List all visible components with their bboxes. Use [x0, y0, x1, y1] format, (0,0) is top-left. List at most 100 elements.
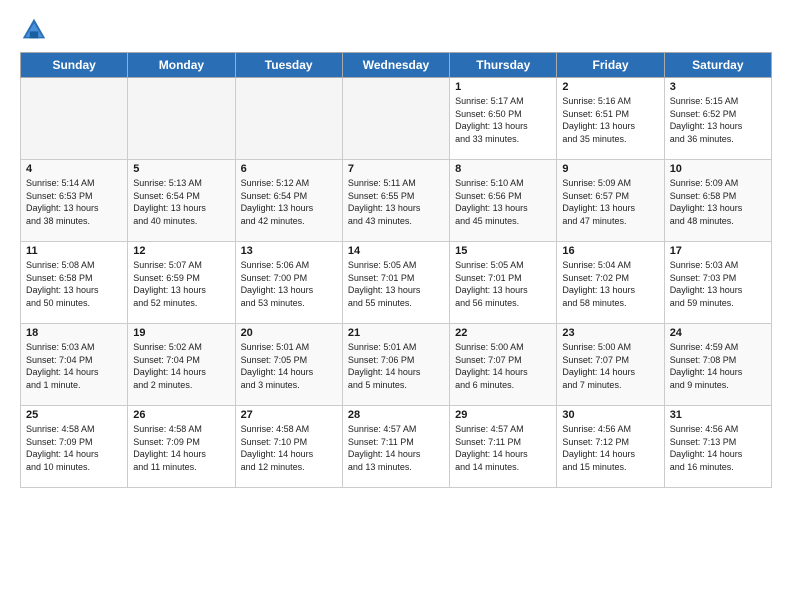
- day-number: 18: [26, 327, 122, 339]
- calendar-cell: [235, 78, 342, 160]
- page: SundayMondayTuesdayWednesdayThursdayFrid…: [0, 0, 792, 612]
- day-info: Sunrise: 5:02 AM Sunset: 7:04 PM Dayligh…: [133, 341, 229, 391]
- calendar-week-1: 1Sunrise: 5:17 AM Sunset: 6:50 PM Daylig…: [21, 78, 772, 160]
- day-number: 11: [26, 245, 122, 257]
- calendar-week-5: 25 Sunrise: 4:58 AM Sunset: 7:09 PM Dayli…: [21, 406, 772, 488]
- calendar-cell: 5 Sunrise: 5:13 AM Sunset: 6:54 PM Daylig…: [128, 160, 235, 242]
- calendar-cell: 21 Sunrise: 5:01 AM Sunset: 7:06 PM Dayli…: [342, 324, 449, 406]
- col-header-thursday: Thursday: [450, 53, 557, 78]
- calendar-cell: 18 Sunrise: 5:03 AM Sunset: 7:04 PM Dayli…: [21, 324, 128, 406]
- day-number: 21: [348, 327, 444, 339]
- calendar-cell: 2 Sunrise: 5:16 AM Sunset: 6:51 PM Daylig…: [557, 78, 664, 160]
- calendar-cell: 4 Sunrise: 5:14 AM Sunset: 6:53 PM Daylig…: [21, 160, 128, 242]
- day-number: 25: [26, 409, 122, 421]
- day-number: 4: [26, 163, 122, 175]
- calendar-week-3: 11 Sunrise: 5:08 AM Sunset: 6:58 PM Dayli…: [21, 242, 772, 324]
- calendar-cell: [128, 78, 235, 160]
- col-header-tuesday: Tuesday: [235, 53, 342, 78]
- calendar-cell: 31 Sunrise: 4:56 AM Sunset: 7:13 PM Dayli…: [664, 406, 771, 488]
- day-number: 23: [562, 327, 658, 339]
- calendar-header-row: SundayMondayTuesdayWednesdayThursdayFrid…: [21, 53, 772, 78]
- calendar-week-4: 18 Sunrise: 5:03 AM Sunset: 7:04 PM Dayli…: [21, 324, 772, 406]
- day-number: 30: [562, 409, 658, 421]
- calendar-cell: 12 Sunrise: 5:07 AM Sunset: 6:59 PM Dayli…: [128, 242, 235, 324]
- calendar-cell: 26 Sunrise: 4:58 AM Sunset: 7:09 PM Dayli…: [128, 406, 235, 488]
- col-header-friday: Friday: [557, 53, 664, 78]
- day-number: 27: [241, 409, 337, 421]
- day-number: 2: [562, 81, 658, 93]
- day-number: 17: [670, 245, 766, 257]
- day-info: Sunrise: 5:05 AM Sunset: 7:01 PM Dayligh…: [455, 259, 551, 309]
- day-number: 5: [133, 163, 229, 175]
- day-info: Sunrise: 5:11 AM Sunset: 6:55 PM Dayligh…: [348, 177, 444, 227]
- day-info: Sunrise: 5:17 AM Sunset: 6:50 PM Dayligh…: [455, 95, 551, 145]
- day-info: Sunrise: 5:09 AM Sunset: 6:57 PM Dayligh…: [562, 177, 658, 227]
- day-number: 31: [670, 409, 766, 421]
- day-info: Sunrise: 5:00 AM Sunset: 7:07 PM Dayligh…: [562, 341, 658, 391]
- day-number: 26: [133, 409, 229, 421]
- day-number: 7: [348, 163, 444, 175]
- day-info: Sunrise: 5:05 AM Sunset: 7:01 PM Dayligh…: [348, 259, 444, 309]
- day-info: Sunrise: 5:06 AM Sunset: 7:00 PM Dayligh…: [241, 259, 337, 309]
- calendar-cell: 28 Sunrise: 4:57 AM Sunset: 7:11 PM Dayli…: [342, 406, 449, 488]
- day-info: Sunrise: 5:13 AM Sunset: 6:54 PM Dayligh…: [133, 177, 229, 227]
- col-header-monday: Monday: [128, 53, 235, 78]
- header: [20, 16, 772, 44]
- day-number: 16: [562, 245, 658, 257]
- day-info: Sunrise: 5:01 AM Sunset: 7:05 PM Dayligh…: [241, 341, 337, 391]
- day-info: Sunrise: 4:58 AM Sunset: 7:09 PM Dayligh…: [26, 423, 122, 473]
- calendar-week-2: 4 Sunrise: 5:14 AM Sunset: 6:53 PM Daylig…: [21, 160, 772, 242]
- day-number: 12: [133, 245, 229, 257]
- calendar-cell: 29 Sunrise: 4:57 AM Sunset: 7:11 PM Dayli…: [450, 406, 557, 488]
- calendar-cell: 1Sunrise: 5:17 AM Sunset: 6:50 PM Daylig…: [450, 78, 557, 160]
- day-info: Sunrise: 5:07 AM Sunset: 6:59 PM Dayligh…: [133, 259, 229, 309]
- col-header-sunday: Sunday: [21, 53, 128, 78]
- calendar-cell: 10Sunrise: 5:09 AM Sunset: 6:58 PM Dayli…: [664, 160, 771, 242]
- day-info: Sunrise: 4:56 AM Sunset: 7:12 PM Dayligh…: [562, 423, 658, 473]
- calendar-cell: 23 Sunrise: 5:00 AM Sunset: 7:07 PM Dayli…: [557, 324, 664, 406]
- calendar-cell: 22 Sunrise: 5:00 AM Sunset: 7:07 PM Dayli…: [450, 324, 557, 406]
- calendar-cell: 27Sunrise: 4:58 AM Sunset: 7:10 PM Dayli…: [235, 406, 342, 488]
- day-number: 9: [562, 163, 658, 175]
- calendar-cell: 7 Sunrise: 5:11 AM Sunset: 6:55 PM Daylig…: [342, 160, 449, 242]
- calendar-cell: [342, 78, 449, 160]
- day-info: Sunrise: 5:00 AM Sunset: 7:07 PM Dayligh…: [455, 341, 551, 391]
- day-number: 28: [348, 409, 444, 421]
- logo: [20, 16, 52, 44]
- day-info: Sunrise: 5:16 AM Sunset: 6:51 PM Dayligh…: [562, 95, 658, 145]
- calendar-cell: 13 Sunrise: 5:06 AM Sunset: 7:00 PM Dayli…: [235, 242, 342, 324]
- day-number: 3: [670, 81, 766, 93]
- day-info: Sunrise: 4:59 AM Sunset: 7:08 PM Dayligh…: [670, 341, 766, 391]
- calendar-cell: 16 Sunrise: 5:04 AM Sunset: 7:02 PM Dayli…: [557, 242, 664, 324]
- day-info: Sunrise: 4:57 AM Sunset: 7:11 PM Dayligh…: [455, 423, 551, 473]
- day-number: 14: [348, 245, 444, 257]
- col-header-wednesday: Wednesday: [342, 53, 449, 78]
- calendar-cell: 9 Sunrise: 5:09 AM Sunset: 6:57 PM Daylig…: [557, 160, 664, 242]
- day-info: Sunrise: 5:08 AM Sunset: 6:58 PM Dayligh…: [26, 259, 122, 309]
- day-info: Sunrise: 5:03 AM Sunset: 7:03 PM Dayligh…: [670, 259, 766, 309]
- calendar-cell: 8Sunrise: 5:10 AM Sunset: 6:56 PM Daylig…: [450, 160, 557, 242]
- day-number: 20: [241, 327, 337, 339]
- day-info: Sunrise: 5:03 AM Sunset: 7:04 PM Dayligh…: [26, 341, 122, 391]
- day-info: Sunrise: 4:56 AM Sunset: 7:13 PM Dayligh…: [670, 423, 766, 473]
- calendar-cell: 24Sunrise: 4:59 AM Sunset: 7:08 PM Dayli…: [664, 324, 771, 406]
- calendar-cell: 14 Sunrise: 5:05 AM Sunset: 7:01 PM Dayli…: [342, 242, 449, 324]
- calendar-cell: 25 Sunrise: 4:58 AM Sunset: 7:09 PM Dayli…: [21, 406, 128, 488]
- day-info: Sunrise: 4:58 AM Sunset: 7:09 PM Dayligh…: [133, 423, 229, 473]
- day-number: 8: [455, 163, 551, 175]
- day-info: Sunrise: 5:04 AM Sunset: 7:02 PM Dayligh…: [562, 259, 658, 309]
- day-info: Sunrise: 5:09 AM Sunset: 6:58 PM Dayligh…: [670, 177, 766, 227]
- calendar-cell: 3Sunrise: 5:15 AM Sunset: 6:52 PM Daylig…: [664, 78, 771, 160]
- day-number: 15: [455, 245, 551, 257]
- day-number: 13: [241, 245, 337, 257]
- day-number: 29: [455, 409, 551, 421]
- day-info: Sunrise: 5:14 AM Sunset: 6:53 PM Dayligh…: [26, 177, 122, 227]
- logo-icon: [20, 16, 48, 44]
- day-info: Sunrise: 5:01 AM Sunset: 7:06 PM Dayligh…: [348, 341, 444, 391]
- calendar-cell: 30 Sunrise: 4:56 AM Sunset: 7:12 PM Dayli…: [557, 406, 664, 488]
- day-info: Sunrise: 4:57 AM Sunset: 7:11 PM Dayligh…: [348, 423, 444, 473]
- day-number: 22: [455, 327, 551, 339]
- day-info: Sunrise: 5:12 AM Sunset: 6:54 PM Dayligh…: [241, 177, 337, 227]
- calendar-cell: 20 Sunrise: 5:01 AM Sunset: 7:05 PM Dayli…: [235, 324, 342, 406]
- calendar-cell: [21, 78, 128, 160]
